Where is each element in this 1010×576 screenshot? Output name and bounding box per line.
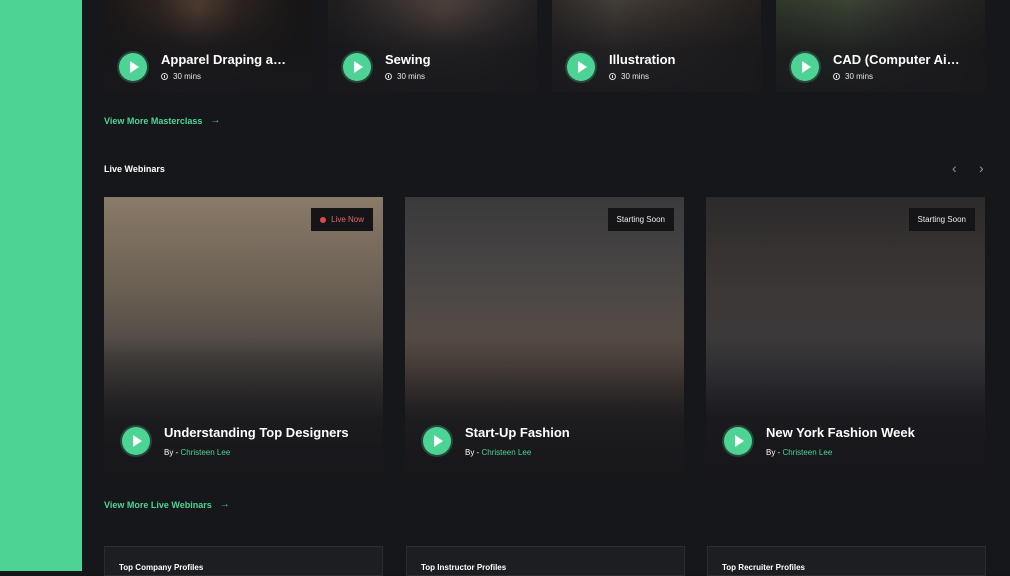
chevron-right-icon[interactable]: › bbox=[979, 160, 984, 176]
webinar-byline: By - Christeen Lee bbox=[164, 448, 231, 457]
masterclass-duration: 30 mins bbox=[161, 72, 201, 81]
masterclass-duration: 30 mins bbox=[609, 72, 649, 81]
live-dot-icon bbox=[320, 216, 327, 223]
section-title: Live Webinars bbox=[104, 164, 165, 174]
clock-icon bbox=[833, 73, 840, 80]
masterclass-card[interactable]: Sewing 30 mins bbox=[328, 0, 537, 92]
clock-icon bbox=[385, 73, 392, 80]
author-link[interactable]: Christeen Lee bbox=[782, 448, 832, 457]
masterclass-title: Apparel Draping and... bbox=[161, 52, 291, 67]
status-badge: Starting Soon bbox=[908, 208, 975, 231]
live-badge: Live Now bbox=[311, 208, 373, 231]
view-more-webinars-link[interactable]: View More Live Webinars → bbox=[104, 499, 230, 510]
webinar-title: Start-Up Fashion bbox=[465, 425, 570, 440]
webinar-byline: By - Christeen Lee bbox=[465, 448, 532, 457]
sidebar bbox=[0, 0, 82, 571]
status-badge: Starting Soon bbox=[607, 208, 674, 231]
webinar-card[interactable]: Starting Soon Start-Up Fashion By - Chri… bbox=[405, 197, 684, 476]
webinar-title: New York Fashion Week bbox=[766, 425, 915, 440]
play-icon[interactable] bbox=[724, 427, 752, 455]
masterclass-title: Sewing bbox=[385, 52, 431, 67]
masterclass-card[interactable]: Illustration 30 mins bbox=[552, 0, 761, 92]
arrow-right-icon: → bbox=[210, 115, 221, 126]
main-content: Apparel Draping and... 30 mins Sewing 30… bbox=[82, 0, 1010, 576]
webinar-byline: By - Christeen Lee bbox=[766, 448, 833, 457]
view-more-masterclass-link[interactable]: View More Masterclass → bbox=[104, 115, 220, 126]
masterclass-card[interactable]: CAD (Computer Aided... 30 mins bbox=[776, 0, 985, 92]
webinar-title: Understanding Top Designers bbox=[164, 425, 349, 440]
masterclass-duration: 30 mins bbox=[833, 72, 873, 81]
play-icon[interactable] bbox=[343, 53, 371, 81]
masterclass-duration: 30 mins bbox=[385, 72, 425, 81]
author-link[interactable]: Christeen Lee bbox=[180, 448, 230, 457]
play-icon[interactable] bbox=[423, 427, 451, 455]
play-icon[interactable] bbox=[119, 53, 147, 81]
profile-card[interactable]: Top Instructor Profiles bbox=[406, 546, 685, 576]
profile-card[interactable]: Top Recruiter Profiles bbox=[707, 546, 986, 576]
play-icon[interactable] bbox=[567, 53, 595, 81]
chevron-left-icon[interactable]: ‹ bbox=[952, 160, 957, 176]
play-icon[interactable] bbox=[122, 427, 150, 455]
masterclass-card[interactable]: Apparel Draping and... 30 mins bbox=[104, 0, 313, 92]
clock-icon bbox=[161, 73, 168, 80]
webinar-card[interactable]: Starting Soon New York Fashion Week By -… bbox=[706, 197, 985, 476]
arrow-right-icon: → bbox=[219, 499, 230, 510]
play-icon[interactable] bbox=[791, 53, 819, 81]
masterclass-title: CAD (Computer Aided... bbox=[833, 52, 963, 67]
webinar-card[interactable]: Live Now Understanding Top Designers By … bbox=[104, 197, 383, 476]
author-link[interactable]: Christeen Lee bbox=[481, 448, 531, 457]
clock-icon bbox=[609, 73, 616, 80]
masterclass-title: Illustration bbox=[609, 52, 676, 67]
profile-card[interactable]: Top Company Profiles bbox=[104, 546, 383, 576]
